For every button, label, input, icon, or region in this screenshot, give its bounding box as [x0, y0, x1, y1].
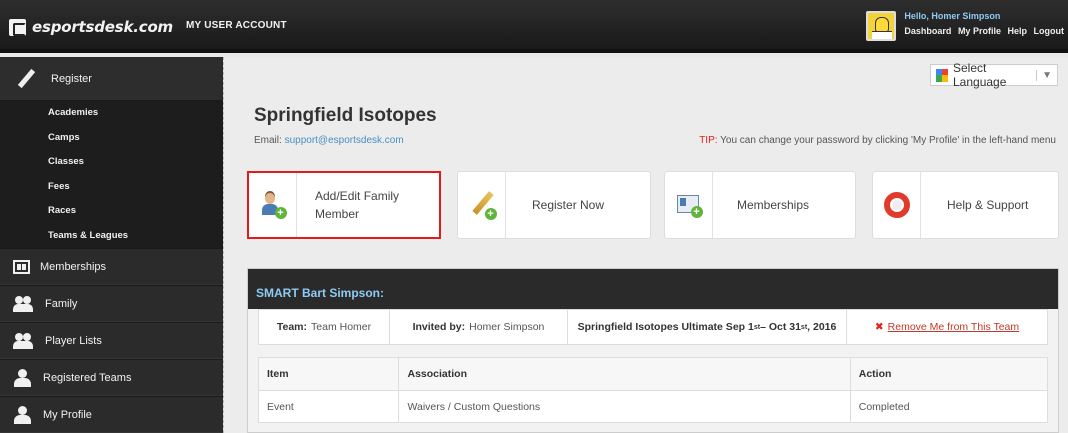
sidebar: Register Academies Camps Classes Fees Ra… [0, 57, 223, 433]
table-cell: Event [259, 391, 400, 422]
pencil-icon [15, 68, 37, 90]
submenu-item-fees[interactable]: Fees [48, 175, 223, 200]
sidebar-item-register[interactable]: Register [0, 57, 223, 101]
sidebar-item-label: My Profile [43, 408, 92, 421]
requirements-table: Item Association Action Event Waivers / … [258, 357, 1048, 423]
tip-label: TIP: [699, 135, 718, 146]
team-cell: Team: Team Homer [259, 310, 390, 344]
add-family-member-icon: + [261, 193, 287, 219]
page-title: Springfield Isotopes [254, 105, 437, 126]
submenu-item-races[interactable]: Races [48, 199, 223, 224]
sidebar-item-label: Register [51, 72, 92, 85]
help-link[interactable]: Help [1007, 26, 1027, 36]
remove-x-icon: ✖ [874, 321, 884, 333]
table-cell: Waivers / Custom Questions [399, 391, 851, 422]
tip-line: TIP: You can change your password by cli… [699, 135, 1056, 146]
language-select[interactable]: Select Language ▼ [930, 61, 1058, 89]
remove-cell: ✖ Remove Me from This Team [847, 310, 1047, 344]
sidebar-item-memberships[interactable]: Memberships [0, 248, 223, 285]
invited-by-cell: Invited by: Homer Simpson [390, 310, 568, 344]
table-header-row: Item Association Action [259, 358, 1047, 391]
register-pencil-icon: + [469, 192, 497, 220]
add-edit-family-member-button[interactable]: + Add/Edit Family Member [247, 171, 441, 239]
email-line: Email: support@esportsdesk.com [254, 135, 404, 146]
column-header-association: Association [399, 358, 851, 390]
greeting: Hello, Homer Simpson [904, 11, 1001, 21]
top-bar: esportsdesk.com MY USER ACCOUNT Hello, H… [0, 0, 1068, 53]
card-label: Help & Support [947, 198, 1029, 212]
my-profile-link[interactable]: My Profile [958, 26, 1001, 36]
lifebuoy-icon [883, 192, 910, 218]
membership-card-icon [13, 259, 30, 274]
remove-from-team-link[interactable]: Remove Me from This Team [888, 321, 1020, 333]
user-links: Dashboard My Profile Help Logout [904, 26, 1068, 36]
table-row: Event Waivers / Custom Questions Complet… [259, 391, 1047, 422]
logout-link[interactable]: Logout [1034, 26, 1065, 36]
sidebar-item-label: Registered Teams [43, 371, 132, 384]
language-select-label: Select Language [953, 61, 1007, 89]
submenu-item-academies[interactable]: Academies [48, 101, 223, 126]
email-label: Email: [254, 135, 282, 146]
sidebar-item-label: Player Lists [45, 334, 102, 347]
sidebar-item-label: Memberships [40, 260, 107, 273]
email-link[interactable]: support@esportsdesk.com [285, 135, 404, 146]
help-support-button[interactable]: Help & Support [872, 171, 1059, 239]
season-cell: Springfield Isotopes Ultimate Sep 1st – … [568, 310, 847, 344]
account-label: MY USER ACCOUNT [186, 20, 287, 31]
team-info-row: Team: Team Homer Invited by: Homer Simpson… [258, 309, 1048, 345]
google-icon [936, 68, 948, 82]
person-icon [13, 405, 33, 424]
tip-text: You can change your password by clicking… [720, 135, 1056, 146]
dropdown-arrow-icon: ▼ [1036, 69, 1057, 81]
panel-heading: SMART Bart Simpson: [248, 269, 1058, 309]
submenu-item-classes[interactable]: Classes [48, 150, 223, 175]
user-box: Hello, Homer Simpson Dashboard My Profil… [866, 8, 1068, 44]
sidebar-item-registered-teams[interactable]: Registered Teams [0, 359, 223, 396]
sidebar-item-my-profile[interactable]: My Profile [0, 396, 223, 433]
sidebar-item-label: Family [45, 297, 78, 310]
sidebar-item-player-lists[interactable]: Player Lists [0, 322, 223, 359]
register-submenu: Academies Camps Classes Fees Races Teams… [0, 101, 223, 248]
submenu-item-teams-leagues[interactable]: Teams & Leagues [48, 224, 223, 249]
logo-mark-icon [9, 18, 26, 36]
submenu-item-camps[interactable]: Camps [48, 126, 223, 151]
card-label: Memberships [737, 198, 810, 212]
table-cell: Completed [858, 400, 910, 413]
player-lists-icon [13, 332, 35, 349]
avatar[interactable] [866, 11, 897, 41]
sidebar-item-family[interactable]: Family [0, 285, 223, 322]
person-icon [13, 368, 33, 387]
logo[interactable]: esportsdesk.com [9, 14, 173, 40]
card-label: Register Now [532, 198, 605, 212]
family-icon [13, 295, 35, 312]
column-header-item: Item [259, 358, 400, 390]
membership-card-icon: + [676, 194, 703, 218]
card-label: Add/Edit Family Member [315, 189, 400, 221]
memberships-button[interactable]: + Memberships [664, 171, 856, 239]
dashboard-link[interactable]: Dashboard [904, 26, 951, 36]
team-panel: SMART Bart Simpson: Team: Team Homer Invi… [247, 268, 1059, 433]
register-now-button[interactable]: + Register Now [457, 171, 651, 239]
logo-text: esportsdesk.com [32, 18, 173, 36]
column-header-action: Action [858, 368, 892, 380]
main-content: Select Language ▼ Springfield Isotopes E… [223, 57, 1068, 433]
